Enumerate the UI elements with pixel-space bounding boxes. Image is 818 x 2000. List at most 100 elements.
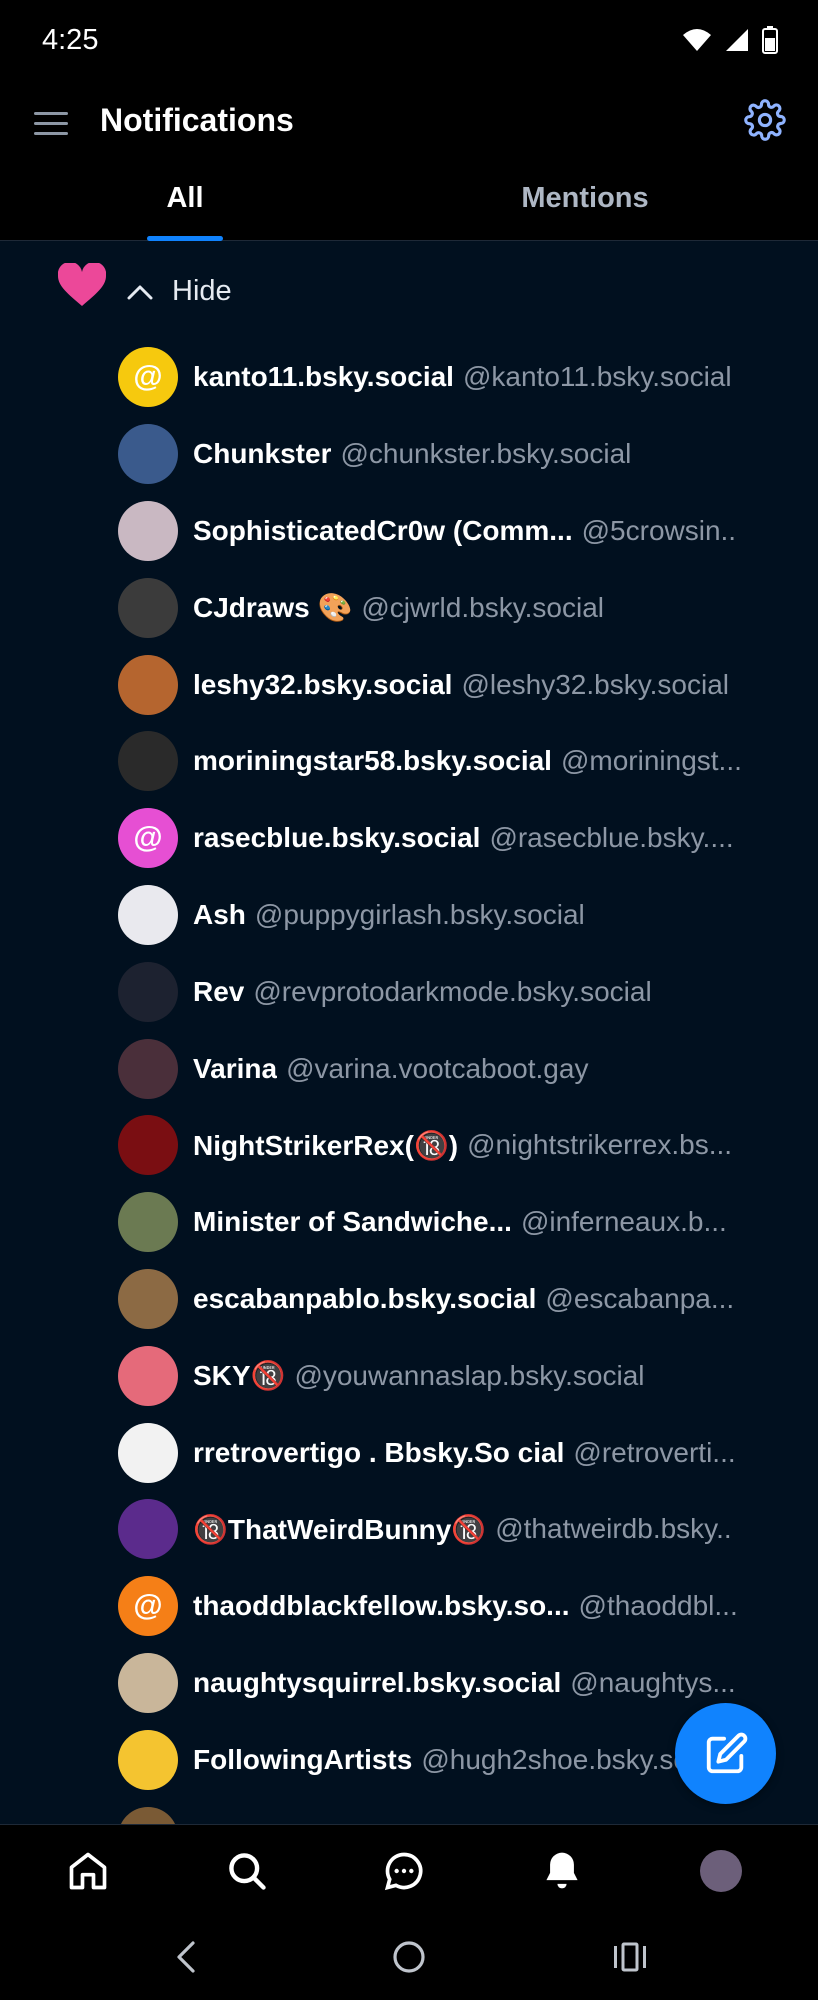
user-handle: @revprotodarkmode.bsky.social	[253, 975, 652, 1007]
display-name: CJdraws 🎨	[193, 592, 353, 624]
avatar[interactable]	[118, 1729, 178, 1790]
liked-by-list: @ kanto11.bsky.social @kanto11.bsky.social…	[118, 339, 818, 1824]
avatar[interactable]	[118, 1192, 178, 1253]
display-name: Ash	[193, 898, 246, 930]
home-icon[interactable]	[64, 1847, 112, 1895]
compose-icon	[706, 1732, 747, 1773]
display-name: Minister of Sandwiche...	[193, 1206, 512, 1238]
display-name: escabanpablo.bsky.social	[193, 1282, 537, 1314]
user-handle: @thaoddbl...	[578, 1590, 738, 1622]
avatar[interactable]	[118, 884, 178, 945]
home-circle-icon[interactable]	[386, 1934, 432, 1980]
user-handle: @inferneaux.b...	[520, 1206, 727, 1238]
signal-icon	[726, 29, 748, 51]
user-row[interactable]: Rev @revprotodarkmode.bsky.social	[118, 953, 818, 1030]
user-row[interactable]: 🔞ThatWeirdBunny🔞 @thatweirdb.bsky..	[118, 1491, 818, 1568]
avatar[interactable]	[118, 1268, 178, 1329]
avatar[interactable]	[118, 1652, 178, 1713]
user-row[interactable]: leshy32.bsky.social @leshy32.bsky.social	[118, 646, 818, 723]
chevron-up-icon	[127, 285, 153, 299]
display-name: moriningstar58.bsky.social	[193, 745, 552, 777]
user-row[interactable]: Minister of Sandwiche... @inferneaux.b...	[118, 1184, 818, 1261]
user-handle: @naughtys...	[570, 1666, 736, 1698]
user-handle: @thatweirdb.bsky..	[495, 1513, 732, 1545]
status-icons	[682, 26, 778, 54]
user-row[interactable]: NightStrikerRex(🔞) @nightstrikerrex.bs...	[118, 1107, 818, 1184]
avatar[interactable]	[118, 1115, 178, 1176]
display-name: naughtysquirrel.bsky.social	[193, 1666, 562, 1698]
avatar[interactable]: @	[118, 1576, 178, 1637]
user-handle: @moriningst...	[560, 745, 742, 777]
bottom-nav	[0, 1824, 818, 1915]
user-row[interactable]: @ kanto11.bsky.social @kanto11.bsky.social	[118, 339, 818, 416]
back-icon[interactable]	[163, 1934, 209, 1980]
heart-icon	[58, 263, 106, 306]
avatar[interactable]: @	[118, 808, 178, 869]
avatar[interactable]: @	[118, 347, 178, 408]
user-row[interactable]: CJdraws 🎨 @cjwrld.bsky.social	[118, 569, 818, 646]
user-handle: @puppygirlash.bsky.social	[254, 898, 585, 930]
display-name: rretrovertigo . Bbsky.So cial	[193, 1436, 565, 1468]
display-name: SKY🔞	[193, 1360, 286, 1392]
system-nav	[0, 1914, 818, 2000]
avatar[interactable]	[118, 1422, 178, 1483]
display-name: FollowingArtists	[193, 1743, 413, 1775]
page-title: Notifications	[100, 102, 294, 138]
avatar[interactable]	[118, 1038, 178, 1099]
avatar[interactable]	[118, 424, 178, 485]
user-handle: @youwannaslap.bsky.social	[294, 1359, 645, 1391]
display-name: 🔞ThatWeirdBunny🔞	[193, 1513, 487, 1545]
user-handle: @5crowsin..	[581, 514, 737, 546]
profile-avatar[interactable]	[697, 1847, 745, 1895]
user-handle: @nightstrikerrex.bs...	[467, 1129, 733, 1161]
user-row[interactable]: @ thaoddblackfellow.bsky.so... @thaoddbl..…	[118, 1568, 818, 1645]
display-name: Varina	[193, 1052, 278, 1084]
user-row[interactable]: SophisticatedCr0w (Comm... @5crowsin..	[118, 493, 818, 570]
avatar[interactable]	[118, 961, 178, 1022]
chat-icon[interactable]	[380, 1847, 428, 1895]
user-handle: @chunkster.bsky.social	[340, 438, 632, 470]
tab-mentions[interactable]: Mentions	[470, 182, 700, 215]
user-row[interactable]: Chunkster @chunkster.bsky.social	[118, 416, 818, 493]
avatar[interactable]	[118, 577, 178, 638]
avatar[interactable]	[118, 1499, 178, 1560]
avatar[interactable]	[118, 731, 178, 792]
bell-icon[interactable]	[538, 1847, 586, 1895]
wifi-icon	[683, 29, 711, 51]
display-name: SophisticatedCr0w (Comm...	[193, 514, 573, 546]
tab-all[interactable]: All	[147, 182, 223, 215]
avatar[interactable]	[118, 500, 178, 561]
notification-list: Hide @ kanto11.bsky.social @kanto11.bsky.s…	[0, 241, 818, 1824]
battery-icon	[762, 26, 778, 54]
display-name: Chunkster	[193, 438, 332, 470]
status-time: 4:25	[42, 24, 99, 56]
compose-button[interactable]	[675, 1703, 776, 1804]
user-handle: @cjwrld.bsky.social	[361, 591, 604, 623]
user-row[interactable]: rretrovertigo . Bbsky.So cial @retroverti…	[118, 1414, 818, 1491]
recents-icon[interactable]	[607, 1934, 653, 1980]
avatar[interactable]	[118, 1345, 178, 1406]
status-bar: 4:25	[0, 0, 818, 82]
user-handle: @leshy32.bsky.social	[461, 668, 730, 700]
hide-label: Hide	[172, 275, 232, 307]
hide-toggle[interactable]: Hide	[126, 275, 232, 308]
user-row[interactable]: Ash @puppygirlash.bsky.social	[118, 877, 818, 954]
user-row[interactable]: moriningstar58.bsky.social @moriningst...	[118, 723, 818, 800]
display-name: thaoddblackfellow.bsky.so...	[193, 1590, 570, 1622]
search-icon[interactable]	[223, 1847, 271, 1895]
user-row[interactable]: escabanpablo.bsky.social @escabanpa...	[118, 1261, 818, 1338]
user-handle: @rasecblue.bsky....	[489, 822, 734, 854]
app-header: Notifications All Mentions	[0, 82, 818, 241]
avatar[interactable]	[118, 1806, 178, 1824]
menu-icon[interactable]	[32, 104, 72, 144]
user-row[interactable]: Varina @varina.vootcaboot.gay	[118, 1030, 818, 1107]
display-name: rasecblue.bsky.social	[193, 822, 481, 854]
avatar[interactable]	[118, 654, 178, 715]
display-name: leshy32.bsky.social	[193, 668, 453, 700]
display-name: kanto11.bsky.social	[193, 361, 454, 393]
user-row[interactable]: SKY🔞 @youwannaslap.bsky.social	[118, 1337, 818, 1414]
user-row[interactable]: @ rasecblue.bsky.social @rasecblue.bsky...…	[118, 800, 818, 877]
gear-icon[interactable]	[744, 99, 786, 141]
display-name: NightStrikerRex(🔞)	[193, 1129, 459, 1161]
user-handle: @escabanpa...	[545, 1282, 735, 1314]
